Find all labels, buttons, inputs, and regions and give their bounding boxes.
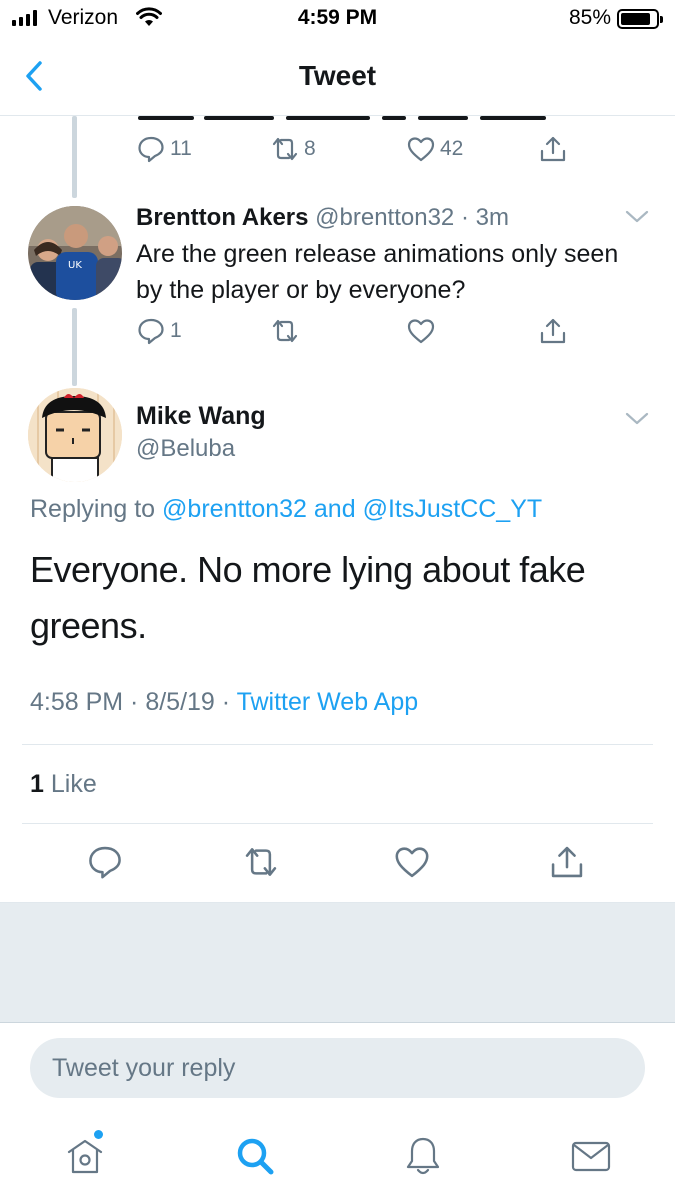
display-name[interactable]: Brentton Akers xyxy=(136,204,308,231)
like-count: 42 xyxy=(440,137,464,160)
reply-icon[interactable] xyxy=(86,843,124,881)
reply-count: 1 xyxy=(170,319,182,342)
search-icon xyxy=(237,1138,274,1175)
tab-messages[interactable] xyxy=(569,1134,613,1178)
reply-icon xyxy=(138,318,164,345)
empty-area xyxy=(0,902,675,1022)
battery-icon xyxy=(617,9,663,29)
reply-button[interactable]: 1 xyxy=(136,316,182,346)
status-bar: Verizon 4:59 PM 85% xyxy=(0,0,675,40)
chevron-down-icon[interactable] xyxy=(624,209,650,225)
messages-icon xyxy=(571,1141,611,1172)
tweet-header: Brentton Akers @brentton32 · 3m xyxy=(136,204,509,232)
replying-and[interactable]: and xyxy=(314,495,356,523)
avatar[interactable]: UK xyxy=(28,206,122,300)
share-icon xyxy=(540,318,566,344)
tab-search[interactable] xyxy=(233,1134,277,1178)
tab-notifications[interactable] xyxy=(401,1134,445,1178)
divider xyxy=(22,823,653,824)
retweet-icon xyxy=(272,319,298,343)
like-button[interactable]: 42 xyxy=(406,134,463,164)
share-button[interactable] xyxy=(538,134,568,164)
heart-icon[interactable] xyxy=(393,843,431,881)
share-button[interactable] xyxy=(538,316,568,346)
tab-bar xyxy=(0,1112,675,1200)
mention-link[interactable]: @brentton32 xyxy=(162,495,307,523)
avatar[interactable] xyxy=(28,388,122,482)
tweet-meta: 4:58 PM · 8/5/19 · Twitter Web App xyxy=(30,688,418,717)
retweet-count: 8 xyxy=(304,137,316,160)
user-handle[interactable]: @brentton32 xyxy=(315,204,454,231)
heart-icon xyxy=(407,137,435,162)
reply-input[interactable]: Tweet your reply xyxy=(30,1038,645,1098)
nav-bar: Tweet xyxy=(0,40,675,116)
replying-prefix: Replying to xyxy=(30,495,156,523)
like-count: 1 xyxy=(30,770,44,798)
chevron-down-icon[interactable] xyxy=(624,411,650,427)
thread-line xyxy=(72,308,77,386)
svg-text:UK: UK xyxy=(68,260,82,271)
heart-icon xyxy=(407,319,435,344)
battery-percent: 85% xyxy=(568,6,611,29)
share-icon[interactable] xyxy=(548,843,586,881)
reply-bar: Tweet your reply xyxy=(0,1022,675,1112)
divider xyxy=(22,744,653,745)
replying-to: Replying to @brentton32 and @ItsJustCC_Y… xyxy=(30,495,542,524)
display-name[interactable]: Mike Wang xyxy=(136,402,266,431)
main-tweet-actions xyxy=(0,843,675,883)
share-icon xyxy=(540,136,566,162)
tweet-text: Are the green release animations only se… xyxy=(136,240,619,304)
reply-button[interactable]: 11 xyxy=(136,134,192,164)
page-title: Tweet xyxy=(298,60,377,91)
likes-count[interactable]: 1 Like xyxy=(30,770,97,799)
retweet-icon[interactable] xyxy=(242,843,280,881)
mention-link[interactable]: @ItsJustCC_YT xyxy=(363,495,543,523)
reply-tweet-actions: 1 xyxy=(136,316,586,352)
tweet-time: · 3m xyxy=(460,204,509,231)
parent-tweet-actions: 11 8 42 xyxy=(136,134,586,170)
retweet-button[interactable]: 8 xyxy=(270,134,316,164)
home-icon xyxy=(67,1139,103,1174)
like-button[interactable] xyxy=(406,316,436,346)
tweet-source[interactable]: Twitter Web App xyxy=(237,688,419,716)
notifications-icon xyxy=(406,1137,440,1175)
like-label: Like xyxy=(50,770,97,798)
new-tweets-dot xyxy=(94,1130,103,1139)
retweet-icon xyxy=(272,137,298,161)
tweet-text: Everyone. No more lying about fake green… xyxy=(30,549,586,646)
tweet-timestamp: 4:58 PM · 8/5/19 · xyxy=(30,688,237,716)
thread-line xyxy=(72,116,77,198)
tab-home[interactable] xyxy=(63,1134,107,1178)
reply-count: 11 xyxy=(170,137,192,160)
retweet-button[interactable] xyxy=(270,316,300,346)
user-handle[interactable]: @Beluba xyxy=(136,435,235,463)
reply-icon xyxy=(138,136,164,163)
